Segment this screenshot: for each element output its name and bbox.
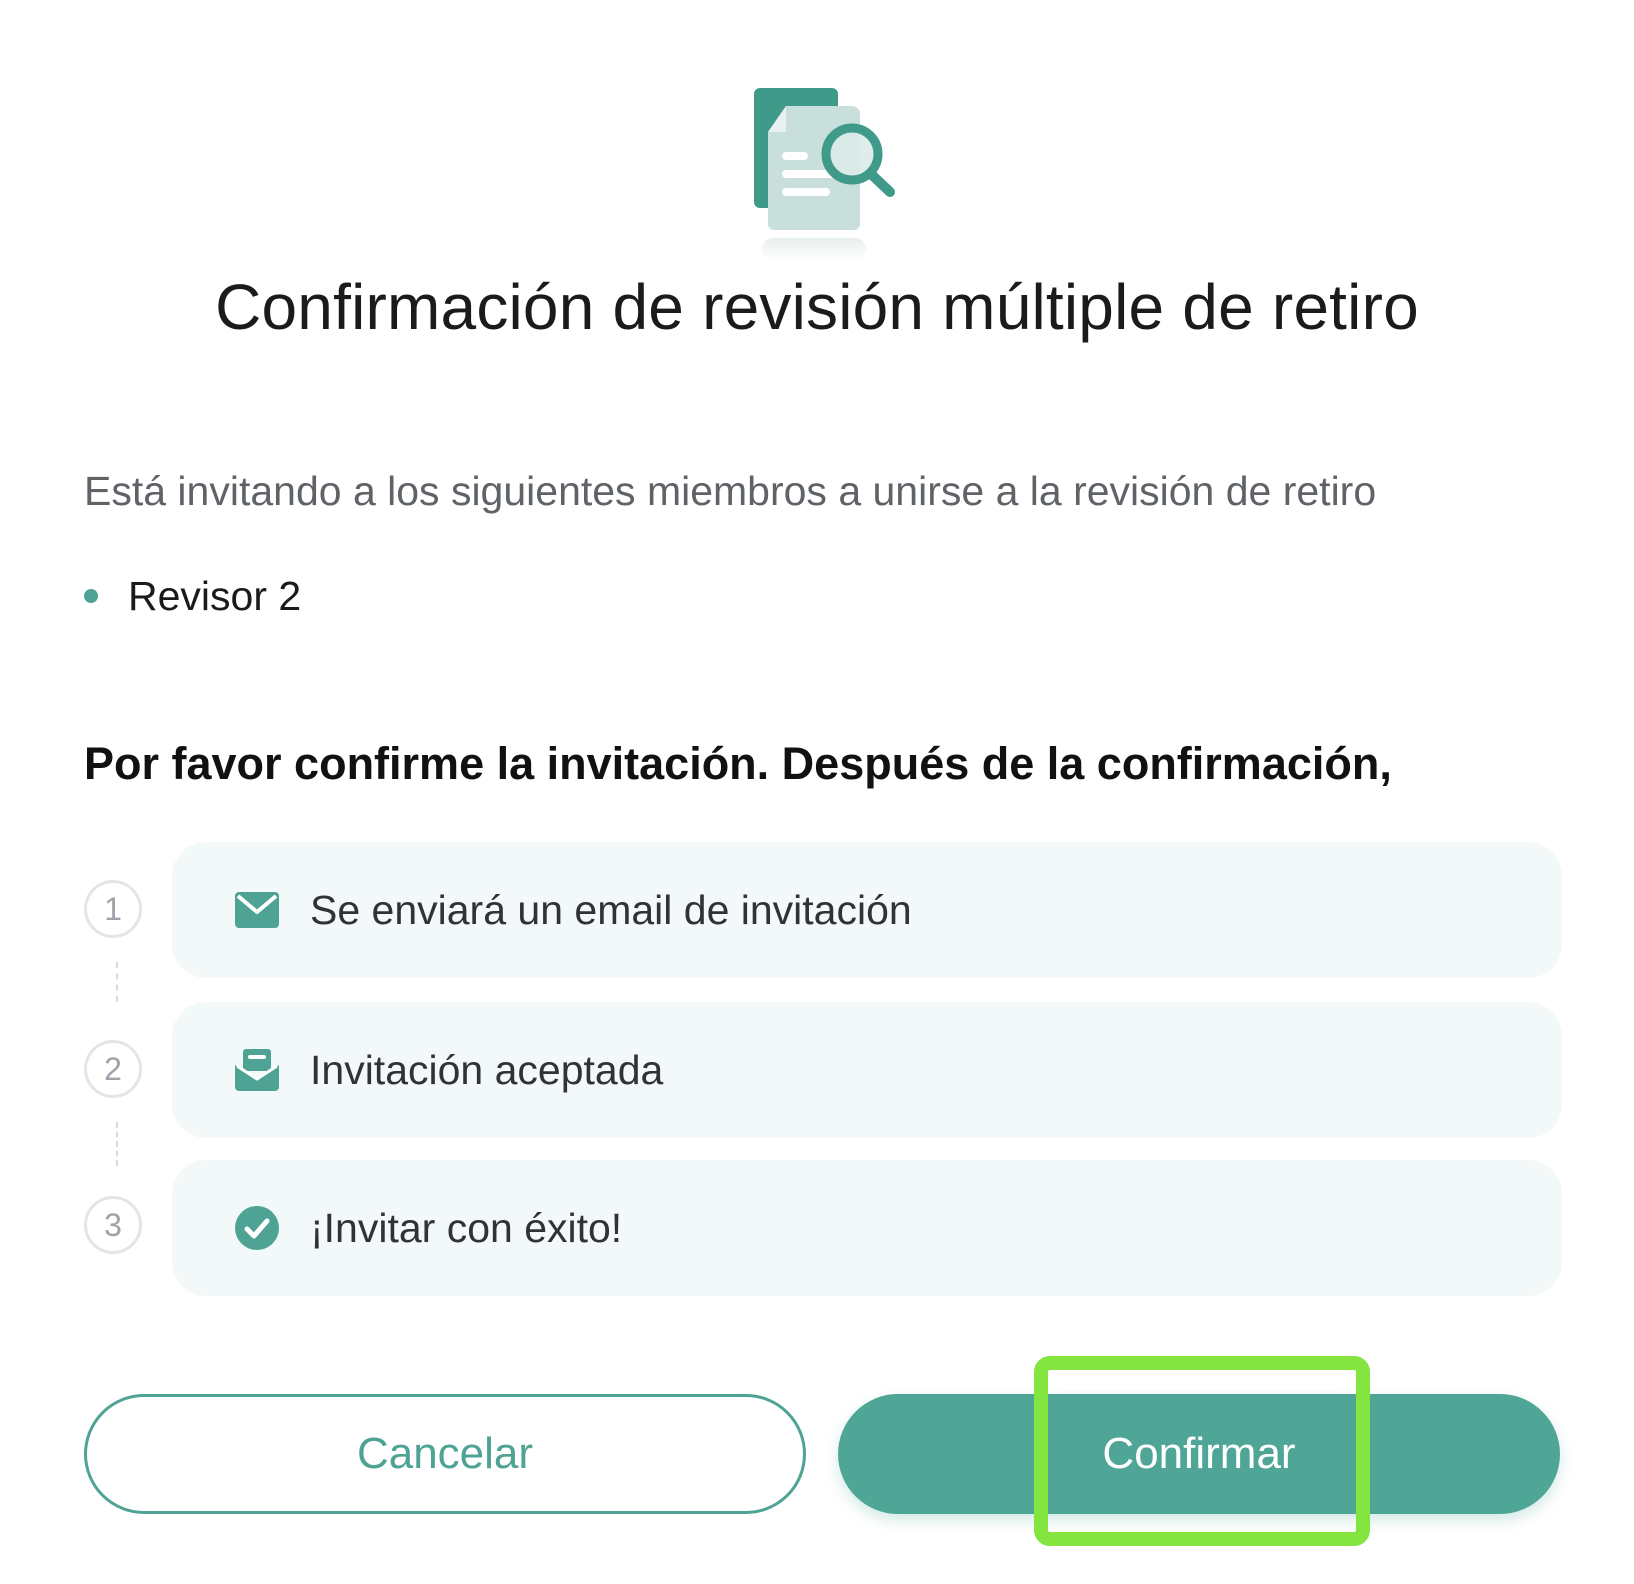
step-card-3: ¡Invitar con éxito! xyxy=(172,1160,1562,1296)
step-card-2: Invitación aceptada xyxy=(172,1002,1562,1138)
envelope-icon xyxy=(234,887,280,933)
document-search-icon xyxy=(754,88,895,260)
bullet-dot-icon xyxy=(84,589,98,603)
step-label: Invitación aceptada xyxy=(310,1046,664,1093)
open-envelope-icon xyxy=(234,1047,280,1093)
step-number-2: 2 xyxy=(84,1040,142,1098)
step-number-1: 1 xyxy=(84,880,142,938)
invite-confirmation-dialog: Confirmación de revisión múltiple de ret… xyxy=(0,0,1634,1584)
member-list-item: Revisor 2 xyxy=(84,570,301,622)
step-connector xyxy=(116,962,118,1002)
confirmation-note: Por favor confirme la invitación. Despué… xyxy=(84,738,1392,789)
intro-text: Está invitando a los siguientes miembros… xyxy=(84,468,1377,514)
step-label: Se enviará un email de invitación xyxy=(310,886,912,933)
step-number-3: 3 xyxy=(84,1196,142,1254)
check-circle-icon xyxy=(234,1205,280,1251)
step-connector xyxy=(116,1122,118,1166)
step-label: ¡Invitar con éxito! xyxy=(310,1204,623,1251)
cancel-button[interactable]: Cancelar xyxy=(84,1394,806,1514)
confirm-button[interactable]: Confirmar xyxy=(838,1394,1560,1514)
dialog-title: Confirmación de revisión múltiple de ret… xyxy=(215,271,1419,343)
member-name: Revisor 2 xyxy=(128,572,302,619)
step-card-1: Se enviará un email de invitación xyxy=(172,842,1562,978)
